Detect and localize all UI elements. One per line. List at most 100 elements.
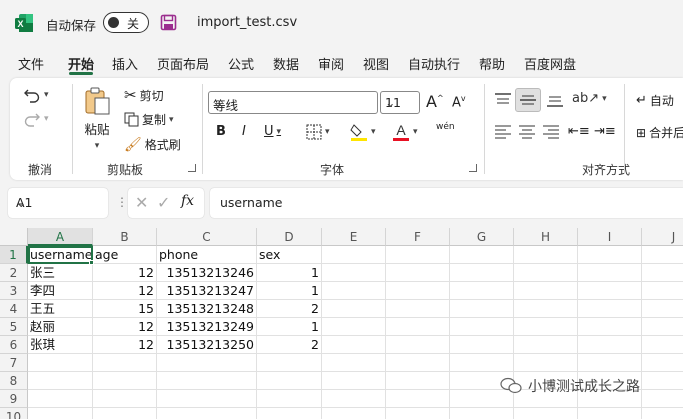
cell-i4[interactable] xyxy=(578,300,642,318)
cell-j4[interactable] xyxy=(642,300,683,318)
row-header-1[interactable]: 1 xyxy=(0,246,28,264)
cell-f6[interactable] xyxy=(386,336,450,354)
row-header-6[interactable]: 6 xyxy=(0,336,28,354)
italic-button[interactable]: I xyxy=(242,124,246,139)
tab-page-layout[interactable]: 页面布局 xyxy=(157,54,209,73)
cell-g1[interactable] xyxy=(450,246,514,264)
font-launcher-icon[interactable] xyxy=(469,164,477,172)
insert-function-icon[interactable]: fx xyxy=(181,193,194,209)
cell-f10[interactable] xyxy=(386,408,450,419)
cell-d5[interactable]: 1 xyxy=(257,318,322,336)
cell-f4[interactable] xyxy=(386,300,450,318)
fill-color-button[interactable]: ▾ xyxy=(350,122,376,142)
column-header-a[interactable]: A xyxy=(28,228,93,246)
cell-d3[interactable]: 1 xyxy=(257,282,322,300)
cell-j1[interactable] xyxy=(642,246,683,264)
undo-button[interactable]: ▾ xyxy=(23,86,49,104)
cell-h5[interactable] xyxy=(514,318,578,336)
row-header-4[interactable]: 4 xyxy=(0,300,28,318)
cell-j7[interactable] xyxy=(642,354,683,372)
cell-a6[interactable]: 张琪 xyxy=(28,336,93,354)
cell-b4[interactable]: 15 xyxy=(93,300,157,318)
column-header-j[interactable]: J xyxy=(642,228,683,246)
cell-d8[interactable] xyxy=(257,372,322,390)
tab-home[interactable]: 开始 xyxy=(68,54,94,73)
font-family-select[interactable]: 等线 ⌄ xyxy=(208,91,378,114)
tab-automate[interactable]: 自动执行 xyxy=(408,54,460,73)
column-header-f[interactable]: F xyxy=(386,228,450,246)
cell-b7[interactable] xyxy=(93,354,157,372)
cell-e9[interactable] xyxy=(322,390,386,408)
column-header-d[interactable]: D xyxy=(257,228,322,246)
cell-d9[interactable] xyxy=(257,390,322,408)
format-painter-button[interactable]: 🖌 格式刷 xyxy=(124,136,181,153)
cell-j10[interactable] xyxy=(642,408,683,419)
bold-button[interactable]: B xyxy=(216,124,226,139)
row-header-2[interactable]: 2 xyxy=(0,264,28,282)
cell-g6[interactable] xyxy=(450,336,514,354)
column-header-h[interactable]: H xyxy=(514,228,578,246)
cell-j2[interactable] xyxy=(642,264,683,282)
tab-baidu-netdisk[interactable]: 百度网盘 xyxy=(524,54,576,73)
cell-f3[interactable] xyxy=(386,282,450,300)
cell-e2[interactable] xyxy=(322,264,386,282)
tab-formulas[interactable]: 公式 xyxy=(228,54,254,73)
phonetic-guide-button[interactable]: wén xyxy=(436,122,455,132)
column-header-b[interactable]: B xyxy=(93,228,157,246)
cell-h3[interactable] xyxy=(514,282,578,300)
cell-h4[interactable] xyxy=(514,300,578,318)
cell-b5[interactable]: 12 xyxy=(93,318,157,336)
check-icon[interactable]: ✓ xyxy=(157,193,170,212)
tab-help[interactable]: 帮助 xyxy=(479,54,505,73)
increase-font-size-button[interactable]: A^ xyxy=(426,92,444,111)
cell-i2[interactable] xyxy=(578,264,642,282)
align-center-button[interactable] xyxy=(518,124,536,140)
cell-i10[interactable] xyxy=(578,408,642,419)
cell-a5[interactable]: 赵丽 xyxy=(28,318,93,336)
cell-e3[interactable] xyxy=(322,282,386,300)
cell-h2[interactable] xyxy=(514,264,578,282)
tab-file[interactable]: 文件 xyxy=(18,54,44,73)
column-header-c[interactable]: C xyxy=(157,228,257,246)
cell-c3[interactable]: 13513213247 xyxy=(157,282,257,300)
cell-a3[interactable]: 李四 xyxy=(28,282,93,300)
cell-i7[interactable] xyxy=(578,354,642,372)
cell-g5[interactable] xyxy=(450,318,514,336)
cell-c4[interactable]: 13513213248 xyxy=(157,300,257,318)
cell-e1[interactable] xyxy=(322,246,386,264)
cell-d10[interactable] xyxy=(257,408,322,419)
cell-e10[interactable] xyxy=(322,408,386,419)
clipboard-launcher-icon[interactable] xyxy=(188,164,196,172)
select-all-corner[interactable] xyxy=(0,228,28,246)
cell-g2[interactable] xyxy=(450,264,514,282)
orientation-button[interactable]: ab↗ ▾ xyxy=(572,91,607,106)
cell-c9[interactable] xyxy=(157,390,257,408)
cell-b1[interactable]: age xyxy=(93,246,157,264)
row-header-8[interactable]: 8 xyxy=(0,372,28,390)
tab-view[interactable]: 视图 xyxy=(363,54,389,73)
cell-j9[interactable] xyxy=(642,390,683,408)
fill-handle[interactable] xyxy=(89,260,94,265)
cell-d4[interactable]: 2 xyxy=(257,300,322,318)
cell-d2[interactable]: 1 xyxy=(257,264,322,282)
cell-g10[interactable] xyxy=(450,408,514,419)
cell-c5[interactable]: 13513213249 xyxy=(157,318,257,336)
cell-e5[interactable] xyxy=(322,318,386,336)
cell-a7[interactable] xyxy=(28,354,93,372)
autosave-toggle[interactable]: 关 xyxy=(103,12,149,33)
cell-a1[interactable]: username xyxy=(28,246,93,264)
cut-button[interactable]: ✂ 剪切 xyxy=(124,86,164,104)
cell-f8[interactable] xyxy=(386,372,450,390)
cell-c8[interactable] xyxy=(157,372,257,390)
row-header-3[interactable]: 3 xyxy=(0,282,28,300)
cell-d6[interactable]: 2 xyxy=(257,336,322,354)
cell-b3[interactable]: 12 xyxy=(93,282,157,300)
cell-b9[interactable] xyxy=(93,390,157,408)
tab-review[interactable]: 审阅 xyxy=(318,54,344,73)
align-left-button[interactable] xyxy=(494,124,512,140)
cell-b2[interactable]: 12 xyxy=(93,264,157,282)
cell-d7[interactable] xyxy=(257,354,322,372)
cell-a8[interactable] xyxy=(28,372,93,390)
cell-c6[interactable]: 13513213250 xyxy=(157,336,257,354)
column-header-g[interactable]: G xyxy=(450,228,514,246)
